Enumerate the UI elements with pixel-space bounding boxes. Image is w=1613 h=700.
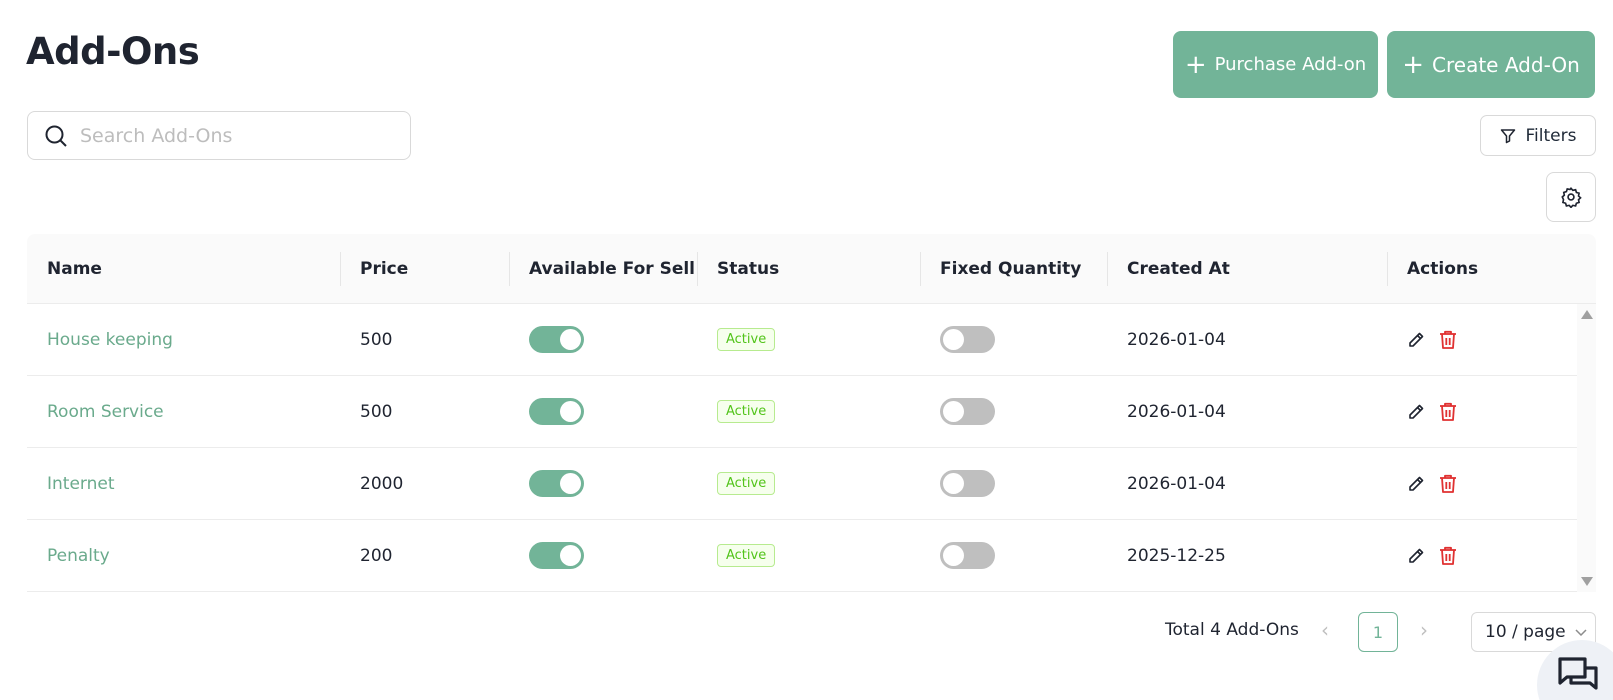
create-addon-button[interactable]: + Create Add-On [1387,31,1595,98]
filters-button[interactable]: Filters [1480,115,1596,156]
scroll-up-arrow-icon[interactable] [1581,310,1593,319]
column-header-price[interactable]: Price [340,234,509,303]
status-badge: Active [717,328,776,351]
column-header-actions: Actions [1387,234,1596,303]
price-cell: 2000 [360,473,404,494]
created-at-cell: 2026-01-04 [1127,401,1226,422]
available-cell [509,376,697,447]
status-badge: Active [717,544,776,567]
status-cell: Active [697,304,920,375]
status-cell: Active [697,376,920,447]
status-badge: Active [717,400,776,423]
fixed-quantity-toggle[interactable] [940,398,995,425]
table-header: Name Price Available For Sell Status Fix… [27,234,1596,304]
fixed-quantity-toggle[interactable] [940,470,995,497]
addon-name-link[interactable]: Room Service [27,376,340,447]
plus-icon: + [1184,49,1207,80]
table-row: Internet 2000 Active 2026-01-04 [27,448,1577,520]
trash-icon[interactable] [1439,402,1457,422]
fixed-quantity-toggle[interactable] [940,326,995,353]
fixed-quantity-toggle[interactable] [940,542,995,569]
page-title: Add-Ons [26,30,200,73]
search-field[interactable] [27,111,411,160]
search-input[interactable] [80,124,380,147]
available-for-sell-toggle[interactable] [529,398,584,425]
page-size-value: 10 / page [1485,622,1566,642]
created-at-cell: 2025-12-25 [1127,545,1226,566]
actions-cell [1387,448,1577,519]
total-count-label: Total 4 Add-Ons [1165,620,1299,640]
available-cell [509,520,697,591]
created-at-cell: 2026-01-04 [1127,329,1226,350]
table-body: House keeping 500 Active 2026-01-04 Room… [27,304,1577,592]
create-addon-label: Create Add-On [1432,52,1580,77]
available-for-sell-toggle[interactable] [529,326,584,353]
actions-cell [1387,376,1577,447]
fixed-quantity-cell [920,376,1107,447]
column-header-status[interactable]: Status [697,234,920,303]
table-row: House keeping 500 Active 2026-01-04 [27,304,1577,376]
status-badge: Active [717,472,776,495]
actions-cell [1387,304,1577,375]
column-settings-button[interactable] [1546,172,1596,222]
actions-cell [1387,520,1577,591]
created-at-cell: 2026-01-04 [1127,473,1226,494]
table-row: Room Service 500 Active 2026-01-04 [27,376,1577,448]
addon-name-link[interactable]: Penalty [27,520,340,591]
gear-icon [1561,187,1582,208]
plus-icon: + [1402,49,1425,80]
purchase-addon-label: Purchase Add-on [1214,54,1367,75]
price-cell: 500 [360,401,393,422]
addon-name-link[interactable]: House keeping [27,304,340,375]
available-cell [509,304,697,375]
price-cell: 200 [360,545,393,566]
pencil-icon[interactable] [1407,331,1425,349]
status-cell: Active [697,448,920,519]
chevron-left-icon[interactable]: ‹ [1321,618,1329,642]
pencil-icon[interactable] [1407,547,1425,565]
scroll-down-arrow-icon[interactable] [1581,577,1593,586]
available-cell [509,448,697,519]
status-cell: Active [697,520,920,591]
available-for-sell-toggle[interactable] [529,470,584,497]
pagination: Total 4 Add-Ons ‹ 1 › 10 / page [0,612,1613,652]
pencil-icon[interactable] [1407,475,1425,493]
chat-icon [1558,657,1598,690]
chevron-right-icon[interactable]: › [1420,618,1428,642]
fixed-quantity-cell [920,520,1107,591]
fixed-quantity-cell [920,304,1107,375]
filter-icon [1500,128,1515,143]
column-header-created-at[interactable]: Created At [1107,234,1387,303]
table-row: Penalty 200 Active 2025-12-25 [27,520,1577,592]
column-header-fixed-quantity[interactable]: Fixed Quantity [920,234,1107,303]
purchase-addon-button[interactable]: + Purchase Add-on [1173,31,1378,98]
column-header-available[interactable]: Available For Sell [509,234,697,303]
available-for-sell-toggle[interactable] [529,542,584,569]
price-cell: 500 [360,329,393,350]
addons-table: Name Price Available For Sell Status Fix… [27,234,1596,592]
column-header-name[interactable]: Name [27,234,340,303]
search-icon [45,125,67,147]
fixed-quantity-cell [920,448,1107,519]
pencil-icon[interactable] [1407,403,1425,421]
trash-icon[interactable] [1439,546,1457,566]
trash-icon[interactable] [1439,474,1457,494]
chevron-down-icon [1575,629,1587,637]
trash-icon[interactable] [1439,330,1457,350]
filters-label: Filters [1525,125,1577,146]
addon-name-link[interactable]: Internet [27,448,340,519]
table-scrollbar[interactable] [1577,304,1596,592]
page-number-button[interactable]: 1 [1358,612,1398,652]
